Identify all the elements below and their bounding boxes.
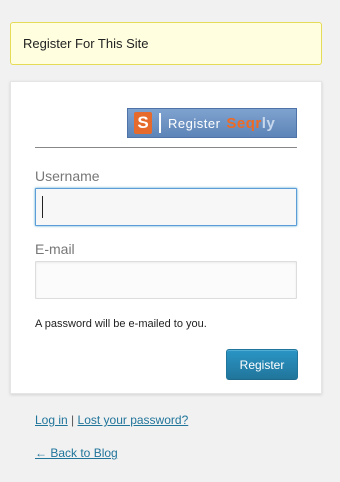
logo-brand-tail: ly: [261, 114, 276, 132]
logo-s-icon: S: [134, 112, 152, 134]
email-input[interactable]: [35, 261, 297, 299]
lost-password-link[interactable]: Lost your password?: [78, 413, 189, 427]
username-input[interactable]: [35, 188, 297, 226]
text-caret: [42, 196, 43, 218]
password-hint: A password will be e-mailed to you.: [35, 318, 207, 330]
register-button[interactable]: Register: [226, 349, 298, 380]
back-to-blog: ← Back to Blog: [35, 446, 118, 460]
login-link[interactable]: Log in: [35, 413, 68, 427]
email-label: E-mail: [35, 241, 75, 257]
back-to-blog-link[interactable]: ← Back to Blog: [35, 446, 118, 460]
username-label: Username: [35, 168, 100, 184]
logo-brand: Seqrly: [226, 115, 275, 132]
nav-separator: |: [71, 413, 75, 427]
logo-brand-main: Seqr: [226, 114, 262, 132]
registration-form: S Register Seqrly Username E-mail A pass…: [10, 81, 322, 394]
notice-message: Register For This Site: [23, 36, 149, 51]
logo-text: Register: [168, 115, 221, 131]
logo-divider: [35, 147, 297, 148]
register-notice: Register For This Site: [10, 22, 322, 65]
logo-separator: [159, 113, 161, 133]
site-logo: S Register Seqrly: [127, 108, 297, 138]
auth-links: Log in | Lost your password?: [35, 413, 188, 427]
